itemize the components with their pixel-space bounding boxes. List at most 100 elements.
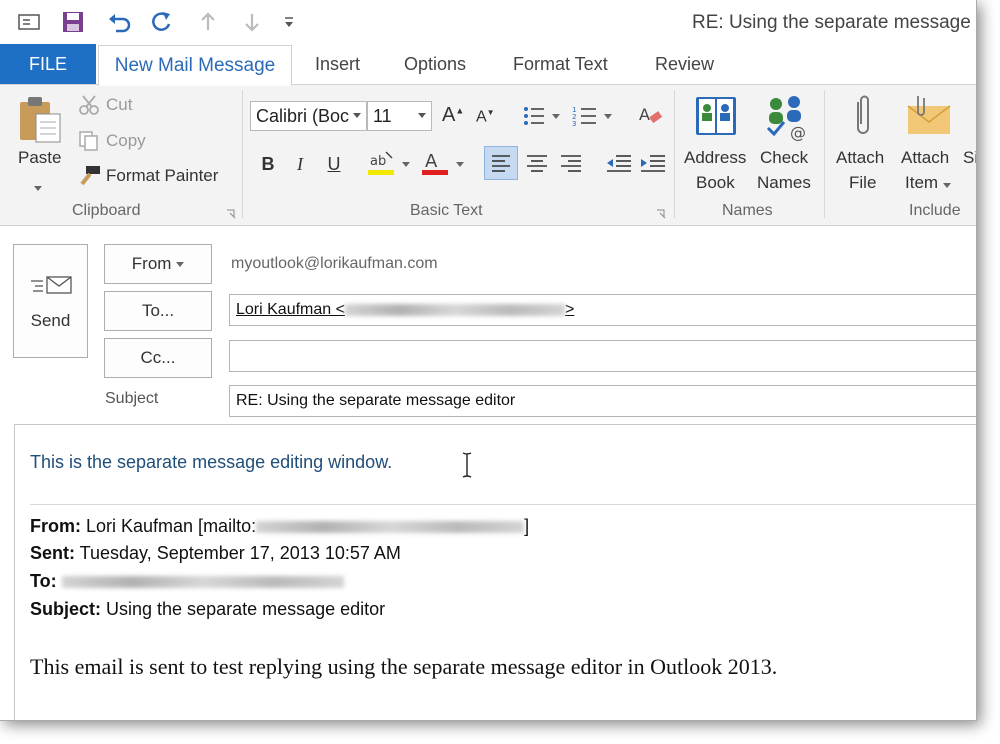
quoted-sent-line: Sent: Tuesday, September 17, 2013 10:57 … — [30, 543, 401, 564]
quoted-subject-value: Using the separate message editor — [101, 599, 386, 619]
attach-item-icon — [906, 92, 952, 143]
customize-icon[interactable] — [280, 8, 298, 36]
to-recipient[interactable]: Lori Kaufman < > — [236, 301, 574, 319]
undo-icon[interactable] — [104, 8, 134, 36]
redacted-email — [256, 521, 525, 534]
clear-formatting-icon[interactable]: A — [638, 104, 664, 133]
underline-button[interactable]: U — [320, 150, 348, 178]
redo-icon[interactable] — [146, 8, 176, 36]
attach-item-label-1[interactable]: Attach — [901, 148, 949, 168]
chevron-down-icon — [418, 113, 426, 118]
address-book-label-2[interactable]: Book — [696, 173, 735, 193]
scissors-icon — [78, 94, 100, 121]
format-painter-icon — [78, 164, 102, 191]
chevron-down-icon — [176, 261, 185, 267]
address-book-label-1[interactable]: Address — [684, 148, 746, 168]
font-name-combo[interactable]: Calibri (Boc — [250, 101, 367, 131]
quoted-from-line: From: Lori Kaufman [mailto:] — [30, 516, 529, 537]
tab-options[interactable]: Options — [404, 44, 466, 84]
names-group-label: Names — [722, 202, 773, 219]
highlight-icon[interactable]: ab — [366, 148, 416, 183]
check-names-label-2[interactable]: Names — [757, 173, 811, 193]
mail-icon[interactable] — [14, 8, 44, 36]
down-arrow-icon[interactable] — [238, 8, 266, 36]
tab-file[interactable]: FILE — [0, 44, 96, 84]
chevron-down-icon — [942, 183, 951, 188]
increase-indent-icon[interactable] — [638, 148, 668, 183]
bold-button[interactable]: B — [254, 150, 282, 178]
separator — [242, 90, 243, 218]
format-painter-button[interactable]: Format Painter — [106, 166, 218, 186]
quoted-to-label: To: — [30, 571, 57, 591]
attach-item-label-2[interactable]: Item — [905, 173, 951, 193]
send-button[interactable]: Send — [13, 244, 88, 358]
cc-field[interactable] — [229, 340, 976, 372]
svg-text:ab: ab — [370, 154, 386, 169]
divider — [30, 504, 976, 505]
align-center-icon[interactable] — [522, 148, 552, 183]
font-name-value: Calibri (Boc — [256, 105, 350, 126]
separator — [674, 90, 675, 218]
to-recipient-name: Lori Kaufman < — [236, 301, 345, 318]
send-label: Send — [30, 311, 71, 330]
tab-insert[interactable]: Insert — [315, 44, 360, 84]
dialog-launcher-icon[interactable] — [656, 206, 666, 224]
from-value: myoutlook@lorikaufman.com — [231, 255, 438, 272]
window-title: RE: Using the separate message editi — [692, 12, 976, 33]
quoted-subject-line: Subject: Using the separate message edit… — [30, 599, 385, 620]
numbering-icon[interactable]: 123 — [572, 104, 614, 133]
to-recipient-end: > — [564, 301, 575, 318]
tab-format-text[interactable]: Format Text — [513, 44, 608, 84]
text-cursor-icon — [460, 452, 474, 483]
reply-text[interactable]: This is the separate message editing win… — [30, 452, 392, 473]
attach-file-label-1[interactable]: Attach — [836, 148, 884, 168]
to-field[interactable]: Lori Kaufman < > — [229, 294, 976, 326]
quoted-message-text: This email is sent to test replying usin… — [30, 654, 778, 679]
check-names-icon: @ — [764, 94, 814, 147]
quoted-from-value: Lori Kaufman [mailto: — [81, 516, 257, 536]
decrease-indent-icon[interactable] — [604, 148, 634, 183]
check-names-label-1[interactable]: Check — [760, 148, 808, 168]
save-icon[interactable] — [58, 8, 88, 36]
signature-partial-label[interactable]: Si — [963, 148, 976, 168]
align-right-icon[interactable] — [556, 148, 586, 183]
paste-dropdown-icon[interactable] — [34, 178, 42, 196]
quoted-sent-value: Tuesday, September 17, 2013 10:57 AM — [75, 543, 401, 563]
outlook-message-window: RE: Using the separate message editi FIL… — [0, 0, 977, 721]
font-size-value: 11 — [373, 105, 392, 126]
clipboard-group-label: Clipboard — [72, 202, 141, 219]
paste-button[interactable]: Paste — [18, 148, 61, 168]
copy-button[interactable]: Copy — [106, 131, 146, 151]
quoted-from-label: From: — [30, 516, 81, 536]
bullets-icon[interactable] — [522, 104, 562, 133]
quoted-sent-label: Sent: — [30, 543, 75, 563]
from-button-label: From — [131, 254, 172, 273]
paperclip-icon — [848, 94, 878, 145]
title-bar: RE: Using the separate message editi — [0, 0, 976, 44]
font-size-combo[interactable]: 11 — [367, 101, 432, 131]
copy-icon — [78, 130, 100, 157]
quoted-subject-label: Subject: — [30, 599, 102, 619]
include-group-label: Include — [909, 202, 961, 219]
from-button[interactable]: From — [104, 244, 212, 284]
up-arrow-icon[interactable] — [194, 8, 222, 36]
attach-item-text: Item — [905, 173, 939, 192]
tab-new-mail-message[interactable]: New Mail Message — [98, 45, 292, 86]
chevron-down-icon — [353, 113, 361, 118]
basic-text-group-label: Basic Text — [410, 202, 483, 219]
attach-file-label-2[interactable]: File — [849, 173, 876, 193]
cc-button[interactable]: Cc... — [104, 338, 212, 378]
subject-field[interactable]: RE: Using the separate message editor — [229, 385, 976, 417]
shrink-font-icon[interactable]: A▼ — [476, 108, 495, 126]
align-left-icon — [492, 155, 510, 172]
grow-font-icon[interactable]: A▲ — [442, 104, 464, 127]
paste-icon[interactable] — [18, 94, 62, 149]
font-color-icon[interactable]: A — [420, 148, 470, 183]
tab-review[interactable]: Review — [655, 44, 714, 84]
italic-button[interactable]: I — [286, 150, 314, 178]
align-left-button[interactable] — [484, 146, 518, 180]
quoted-from-end: ] — [524, 516, 530, 536]
cut-button[interactable]: Cut — [106, 95, 132, 115]
dialog-launcher-icon[interactable] — [226, 206, 236, 224]
to-button[interactable]: To... — [104, 291, 212, 331]
